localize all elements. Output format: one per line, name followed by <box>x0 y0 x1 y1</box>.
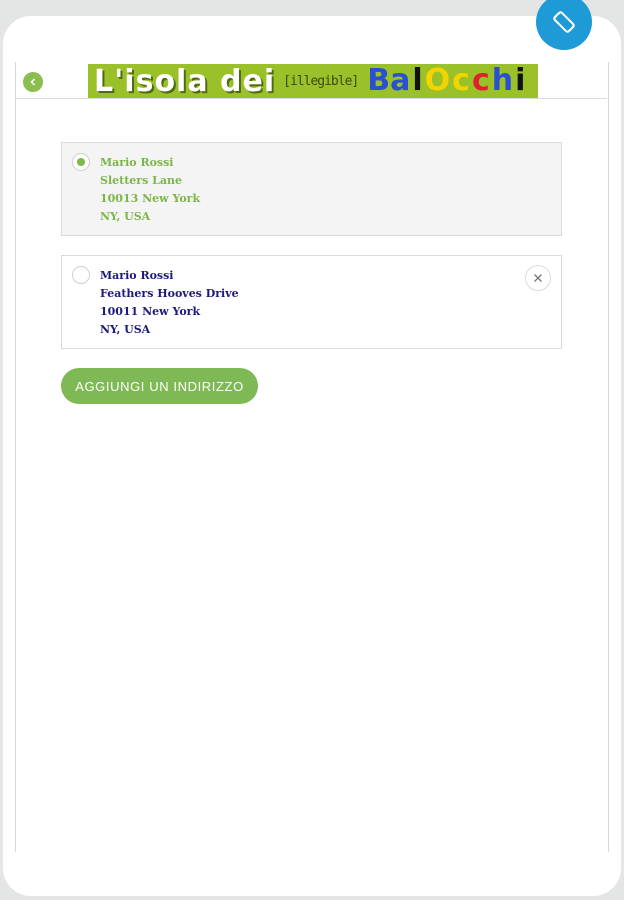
address-text: Mario Rossi Sletters Lane 10013 New York… <box>100 154 200 226</box>
remove-address-button[interactable] <box>525 265 551 291</box>
address-radio[interactable] <box>72 266 90 284</box>
address-region: NY, USA <box>100 323 151 336</box>
address-street: Sletters Lane <box>100 174 182 187</box>
add-address-button[interactable]: AGGIUNGI UN INDIRIZZO <box>61 368 258 404</box>
logo-main-text: L'isola dei <box>94 64 276 98</box>
back-button[interactable] <box>23 72 43 92</box>
app-header: L'isola dei [illegible] Ba l O c c h i <box>15 62 607 99</box>
logo-letter: i <box>515 64 526 98</box>
address-card[interactable]: Mario Rossi Feathers Hooves Drive 10011 … <box>61 255 562 349</box>
address-card-selected[interactable]: Mario Rossi Sletters Lane 10013 New York… <box>61 142 562 236</box>
address-street: Feathers Hooves Drive <box>100 287 239 300</box>
address-name: Mario Rossi <box>100 156 174 169</box>
address-text: Mario Rossi Feathers Hooves Drive 10011 … <box>100 267 239 339</box>
logo-colored-letters: Ba l O c c h i <box>366 64 526 98</box>
radio-dot <box>77 158 85 166</box>
address-city: 10011 New York <box>100 305 201 318</box>
address-name: Mario Rossi <box>100 269 174 282</box>
brand-logo: L'isola dei [illegible] Ba l O c c h i <box>88 64 538 98</box>
logo-subtext: [illegible] <box>283 73 359 89</box>
logo-letter: O <box>424 64 451 98</box>
logo-letter: c <box>452 64 470 98</box>
address-radio-selected[interactable] <box>72 153 90 171</box>
logo-letter: c <box>471 64 490 98</box>
chevron-left-icon <box>30 78 36 86</box>
logo-letter: Ba <box>367 64 411 98</box>
logo-letter: h <box>491 64 514 98</box>
address-city: 10013 New York <box>100 192 201 205</box>
close-icon <box>534 274 542 282</box>
screen-rotation-icon <box>553 11 575 33</box>
logo-letter: l <box>412 64 423 98</box>
address-region: NY, USA <box>100 210 151 223</box>
